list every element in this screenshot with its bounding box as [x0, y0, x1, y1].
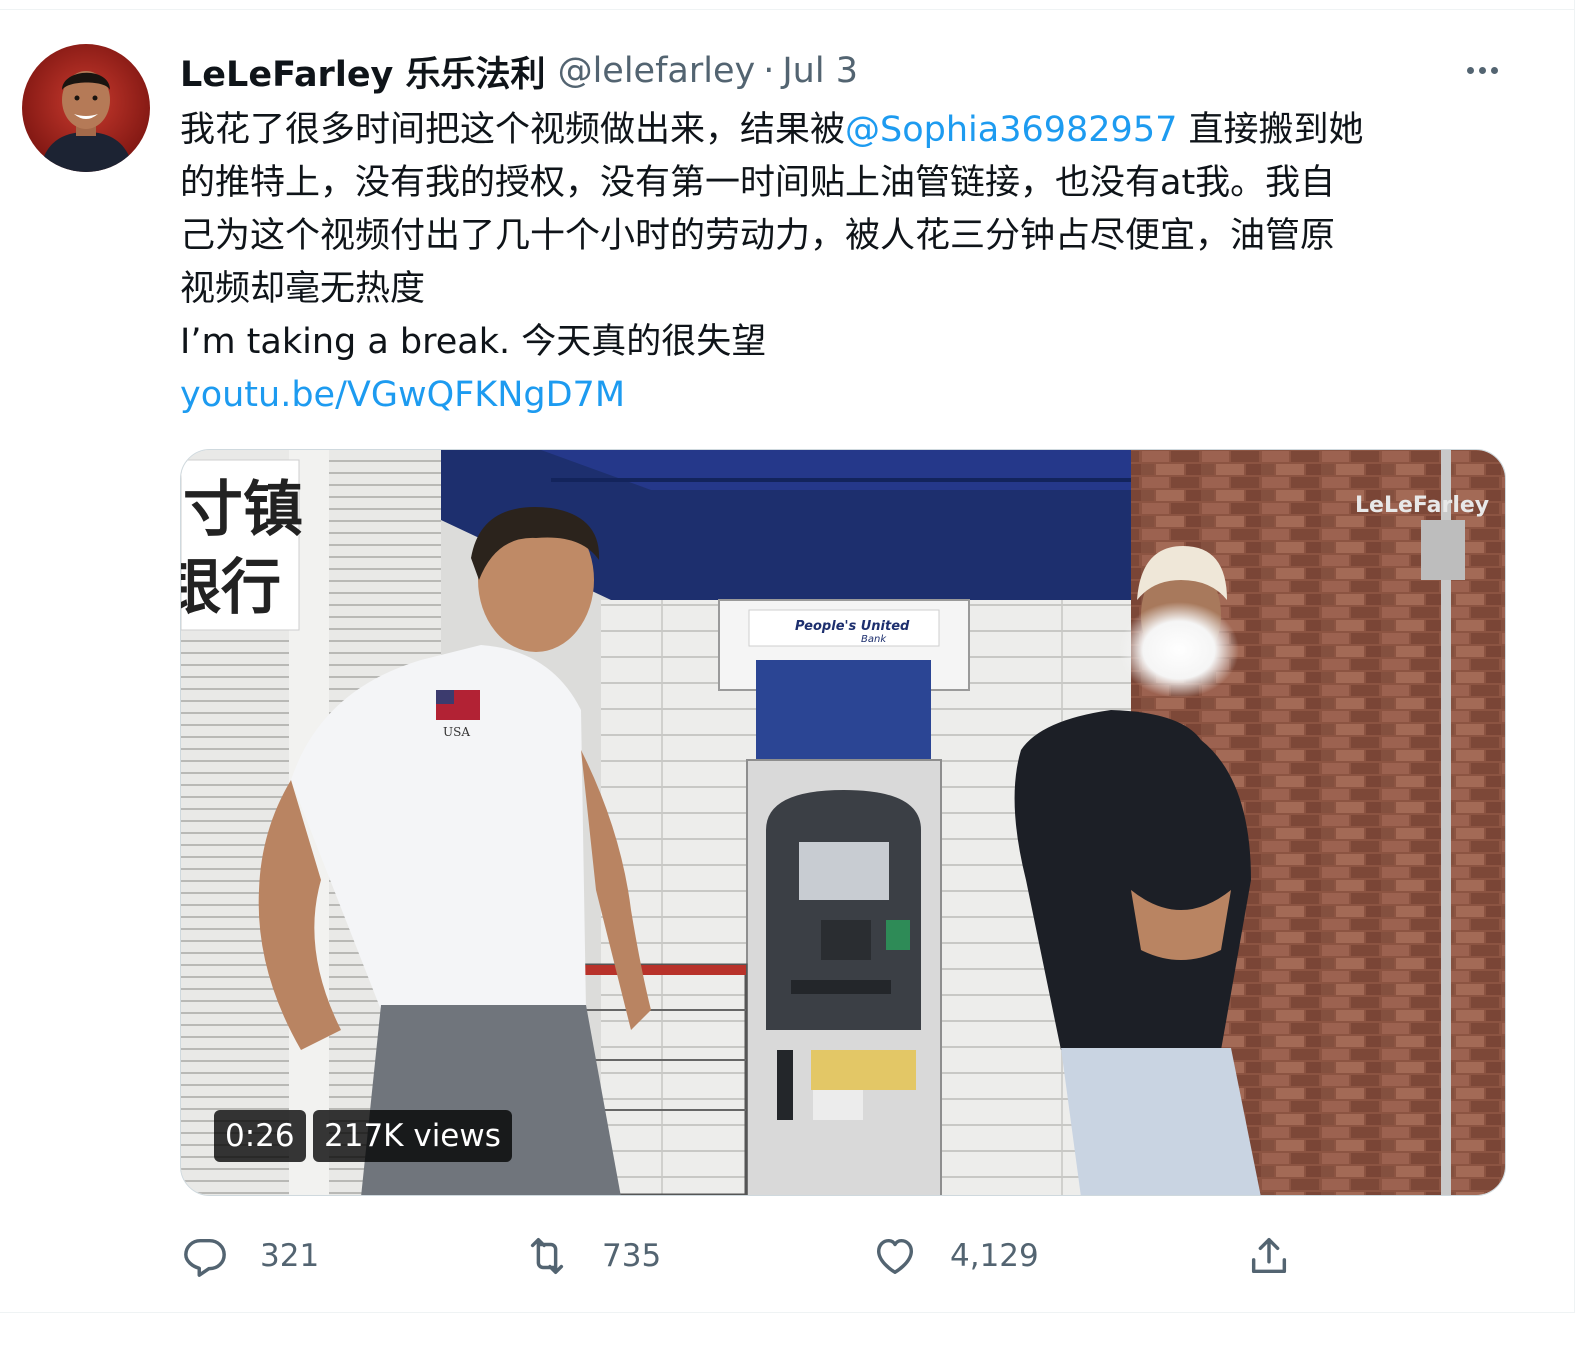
reply-icon	[182, 1233, 228, 1279]
video-watermark: LeLeFarley	[1355, 493, 1489, 518]
more-icon[interactable]	[1460, 58, 1504, 82]
retweet-icon	[524, 1233, 570, 1279]
sign-line-1: 寸镇	[183, 475, 303, 545]
reply-button[interactable]: 321	[182, 1228, 319, 1284]
video-views-badge: 217K views	[313, 1110, 512, 1162]
text-segment: 我花了很多时间把这个视频做出来，结果被	[180, 110, 846, 150]
mention-link[interactable]: @Sophia36982957	[845, 110, 1177, 150]
like-icon	[872, 1233, 918, 1279]
header-separator: ·	[763, 51, 775, 91]
retweet-button[interactable]: 735	[524, 1228, 661, 1284]
tweet-date[interactable]: Jul 3	[782, 51, 858, 91]
youtube-link[interactable]: youtu.be/VGwQFKNgD7M	[180, 369, 1500, 422]
atm-brand-sub: Bank	[861, 634, 887, 645]
video-duration-badge: 0:26	[214, 1110, 306, 1162]
author-name[interactable]: LeLeFarley 乐乐法利	[180, 46, 546, 97]
tweet-header: LeLeFarley 乐乐法利 @lelefarley · Jul 3	[180, 46, 858, 96]
bottom-divider	[0, 1312, 1575, 1313]
like-count: 4,129	[950, 1238, 1039, 1274]
atm-brand: People's United	[795, 619, 910, 634]
retweet-count: 735	[602, 1238, 662, 1274]
reply-count: 321	[260, 1238, 320, 1274]
share-icon	[1246, 1233, 1292, 1279]
shirt-print: USA	[443, 725, 470, 739]
tweet-text-line-4: 视频却毫无热度	[180, 269, 426, 309]
avatar[interactable]	[22, 44, 150, 172]
top-divider	[0, 0, 1575, 10]
video-thumbnail: 寸镇 银行 LeLeFarley People's United Bank	[181, 450, 1505, 1195]
tweet-text-line-5: I’m taking a break. 今天真的很失望	[180, 322, 767, 362]
share-button[interactable]	[1246, 1228, 1292, 1284]
text-segment: 直接搬到她	[1177, 110, 1364, 150]
video-player[interactable]: 寸镇 银行 LeLeFarley People's United Bank	[180, 449, 1506, 1196]
right-divider	[1574, 0, 1575, 1313]
tweet-text-line-1: 我花了很多时间把这个视频做出来，结果被@Sophia36982957 直接搬到她	[180, 104, 1500, 157]
author-handle[interactable]: @lelefarley	[558, 51, 756, 91]
sign-line-2: 银行	[181, 553, 281, 623]
tweet-text-line-3: 己为这个视频付出了几十个小时的劳动力，被人花三分钟占尽便宜，油管原	[180, 216, 1336, 256]
tweet-text-line-2: 的推特上，没有我的授权，没有第一时间贴上油管链接，也没有at我。我自	[180, 163, 1336, 203]
tweet-text: 我花了很多时间把这个视频做出来，结果被@Sophia36982957 直接搬到她…	[180, 104, 1500, 422]
like-button[interactable]: 4,129	[872, 1228, 1039, 1284]
